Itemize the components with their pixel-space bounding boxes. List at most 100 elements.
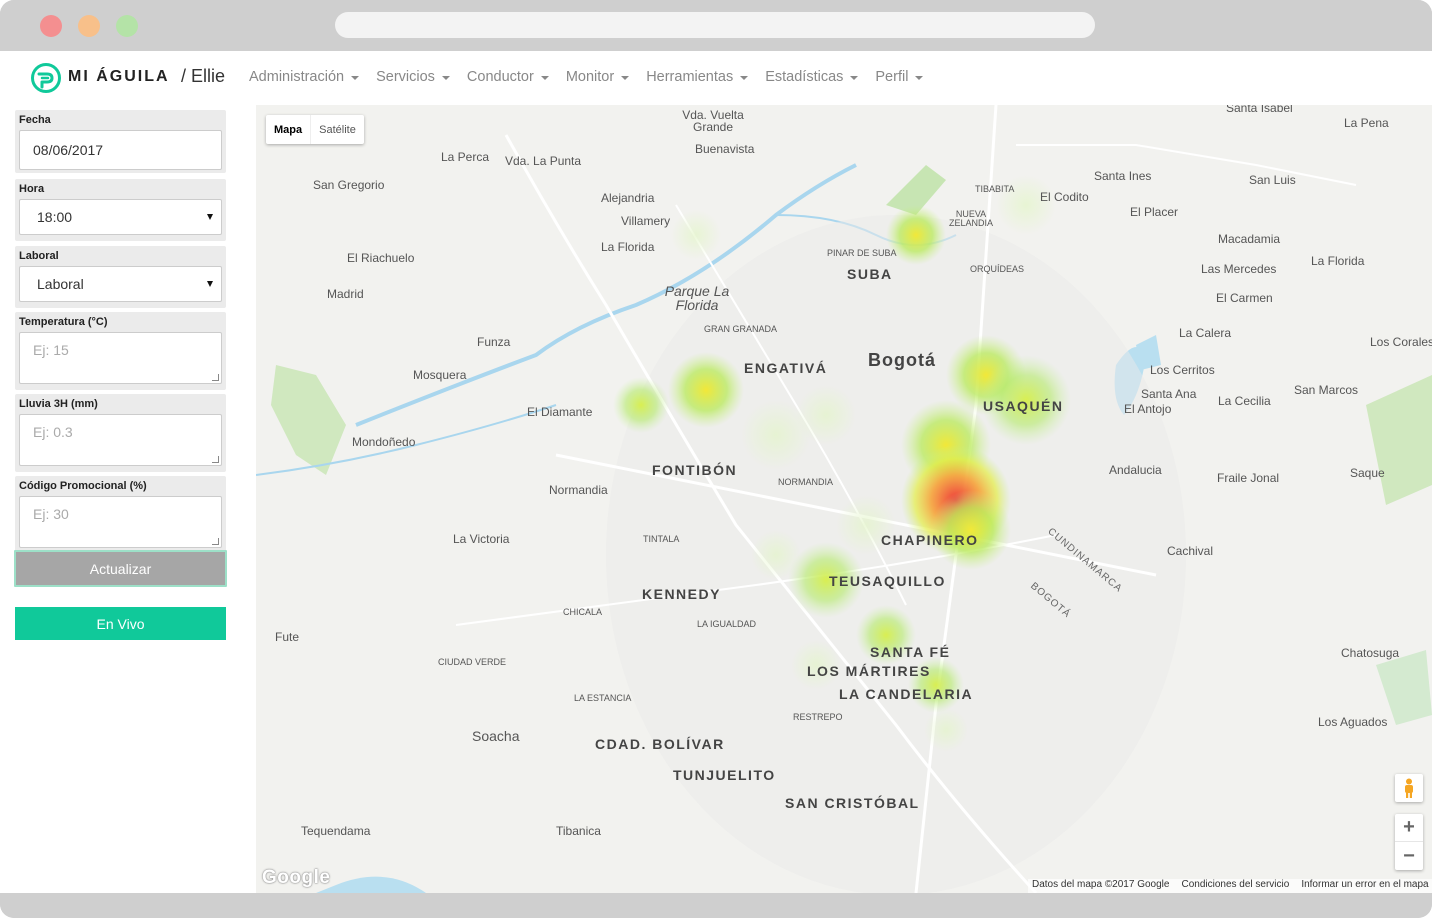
map-label: Los Corales xyxy=(1370,335,1432,349)
promo-group: Código Promocional (%) Ej: 30 xyxy=(15,476,226,554)
map-label: NUEVA ZELANDIA xyxy=(949,209,994,228)
menu-label: Estadísticas xyxy=(765,69,844,85)
actualizar-button[interactable]: Actualizar xyxy=(14,550,227,587)
menu-label: Administración xyxy=(249,69,345,85)
map-label: Villamery xyxy=(621,214,671,228)
map-label: Tequendama xyxy=(301,824,371,838)
map-label: Fraile Jonal xyxy=(1217,471,1280,485)
menu-label: Servicios xyxy=(376,69,435,85)
hora-label: Hora xyxy=(19,183,45,195)
lluvia-group: Lluvia 3H (mm) Ej: 0.3 xyxy=(15,394,226,472)
report-error-link[interactable]: Informar un error en el mapa xyxy=(1301,879,1428,893)
map-type-satelite[interactable]: Satélite xyxy=(310,115,364,144)
lluvia-placeholder: Ej: 0.3 xyxy=(33,424,73,440)
map-label: Saque xyxy=(1350,466,1385,480)
close-window-button[interactable] xyxy=(40,15,62,37)
map-type-mapa[interactable]: Mapa xyxy=(266,115,310,144)
map-label: CDAD. BOLÍVAR xyxy=(595,736,725,752)
map-label: El Riachuelo xyxy=(347,251,415,265)
map-label: La Pena xyxy=(1344,116,1389,130)
map-label: NORMANDIA xyxy=(778,477,834,487)
menu-monitor[interactable]: Monitor xyxy=(565,69,630,85)
map-label: FONTIBÓN xyxy=(652,462,738,478)
hora-group: Hora 18:00 xyxy=(15,179,226,241)
temperatura-label: Temperatura (°C) xyxy=(19,316,108,328)
map-label: SUBA xyxy=(847,266,893,282)
map-label: CHICALA xyxy=(563,607,603,617)
map-label: Mosquera xyxy=(413,368,467,382)
menu-servicios[interactable]: Servicios xyxy=(376,69,450,85)
browser-titlebar xyxy=(0,0,1432,51)
laboral-label: Laboral xyxy=(19,250,59,262)
promo-input[interactable]: Ej: 30 xyxy=(19,496,222,548)
terms-link[interactable]: Condiciones del servicio xyxy=(1181,879,1289,893)
map-label: Vda. La Punta xyxy=(505,154,582,168)
menu-label: Monitor xyxy=(565,69,615,85)
resize-handle-icon[interactable] xyxy=(212,538,219,545)
chevron-down-icon xyxy=(351,75,360,80)
map-label: Macadamia xyxy=(1218,232,1281,246)
map-label: Santa Isabel xyxy=(1226,105,1293,115)
hora-select[interactable]: 18:00 xyxy=(19,199,222,235)
minimize-window-button[interactable] xyxy=(78,15,100,37)
laboral-group: Laboral Laboral xyxy=(15,246,226,308)
brand-name[interactable]: MI ÁGUILA xyxy=(68,68,170,86)
browser-bottom-bar xyxy=(0,893,1432,918)
heatmap-map[interactable]: Mapa Satélite Vda. Vuelta Grande La Perc… xyxy=(256,105,1432,893)
map-label: Vda. Vuelta Grande xyxy=(682,108,744,134)
map-label: La Calera xyxy=(1179,326,1232,340)
map-label: Parque La Florida xyxy=(664,283,730,313)
eagle-logo-icon[interactable] xyxy=(30,62,62,94)
map-label: Madrid xyxy=(327,287,364,301)
map-label: La Perca xyxy=(441,150,490,164)
resize-handle-icon[interactable] xyxy=(212,456,219,463)
map-label: TUNJUELITO xyxy=(673,767,776,783)
map-label: LA CANDELARIA xyxy=(839,686,974,702)
resize-handle-icon[interactable] xyxy=(212,374,219,381)
map-label: El Placer xyxy=(1130,205,1179,219)
google-logo[interactable]: Google xyxy=(262,867,330,889)
menu-conductor[interactable]: Conductor xyxy=(467,69,549,85)
map-label: TEUSAQUILLO xyxy=(829,573,946,589)
map-label: GRAN GRANADA xyxy=(704,324,778,334)
top-navbar: MI ÁGUILA / Ellie Administración Servici… xyxy=(0,51,1432,105)
chevron-down-icon xyxy=(540,75,549,80)
menu-herramientas[interactable]: Herramientas xyxy=(646,69,749,85)
map-label: LA ESTANCIA xyxy=(574,693,632,703)
map-label: El Codito xyxy=(1040,190,1089,204)
laboral-select[interactable]: Laboral xyxy=(19,266,222,302)
menu-label: Herramientas xyxy=(646,69,734,85)
temperatura-input[interactable]: Ej: 15 xyxy=(19,332,222,384)
menu-perfil[interactable]: Perfil xyxy=(875,69,924,85)
en-vivo-button[interactable]: En Vivo xyxy=(15,607,226,640)
zoom-out-button[interactable]: − xyxy=(1395,842,1423,870)
maximize-window-button[interactable] xyxy=(116,15,138,37)
map-type-control: Mapa Satélite xyxy=(266,115,364,144)
main-menu: Administración Servicios Conductor Monit… xyxy=(249,69,940,85)
map-label: San Marcos xyxy=(1294,383,1359,397)
map-label: La Cecilia xyxy=(1218,394,1271,408)
lluvia-input[interactable]: Ej: 0.3 xyxy=(19,414,222,466)
street-view-pegman-icon[interactable] xyxy=(1395,774,1423,802)
map-label: El Carmen xyxy=(1216,291,1273,305)
map-label: TIBABITA xyxy=(975,184,1015,194)
fecha-input[interactable]: 08/06/2017 xyxy=(19,130,222,170)
map-label: LA IGUALDAD xyxy=(697,619,757,629)
map-label: Tibanica xyxy=(556,824,601,838)
map-label: Soacha xyxy=(472,728,520,744)
zoom-in-button[interactable]: + xyxy=(1395,814,1423,842)
map-label: Cachival xyxy=(1167,544,1214,558)
map-label: Santa Ana xyxy=(1141,387,1197,401)
hora-value: 18:00 xyxy=(37,209,73,225)
chevron-down-icon xyxy=(441,75,450,80)
menu-administracion[interactable]: Administración xyxy=(249,69,360,85)
lluvia-label: Lluvia 3H (mm) xyxy=(19,398,98,410)
map-label: El Antojo xyxy=(1124,402,1172,416)
menu-estadisticas[interactable]: Estadísticas xyxy=(765,69,859,85)
map-base-layer xyxy=(256,105,1432,893)
map-label: RESTREPO xyxy=(793,712,843,722)
map-label: San Gregorio xyxy=(313,178,385,192)
map-label: TINTALA xyxy=(643,534,680,544)
address-bar[interactable] xyxy=(335,12,1095,38)
map-label: Funza xyxy=(477,335,511,349)
